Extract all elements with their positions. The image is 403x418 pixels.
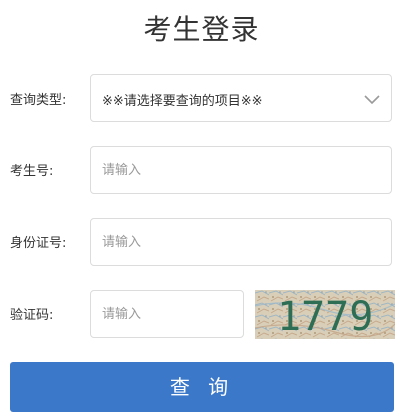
exam-number-input[interactable]	[91, 147, 391, 193]
captcha-label: 验证码:	[10, 308, 54, 323]
captcha-field	[90, 290, 244, 338]
captcha-image[interactable]: 1779	[255, 290, 395, 339]
page-title: 考生登录	[143, 13, 260, 46]
captcha-input[interactable]	[91, 291, 243, 337]
id-number-label: 身份证号:	[10, 236, 67, 251]
id-number-input[interactable]	[91, 219, 391, 265]
query-type-select[interactable]: ※※请选择要查询的项目※※	[90, 74, 392, 122]
exam-number-field	[90, 146, 392, 194]
chevron-down-icon	[363, 91, 381, 105]
query-button[interactable]: 查 询	[10, 362, 394, 412]
captcha-text: 1779	[277, 294, 373, 339]
query-type-label: 查询类型:	[10, 93, 67, 108]
exam-number-label: 考生号:	[10, 164, 54, 179]
id-number-field	[90, 218, 392, 266]
query-type-value: ※※请选择要查询的项目※※	[102, 94, 263, 109]
